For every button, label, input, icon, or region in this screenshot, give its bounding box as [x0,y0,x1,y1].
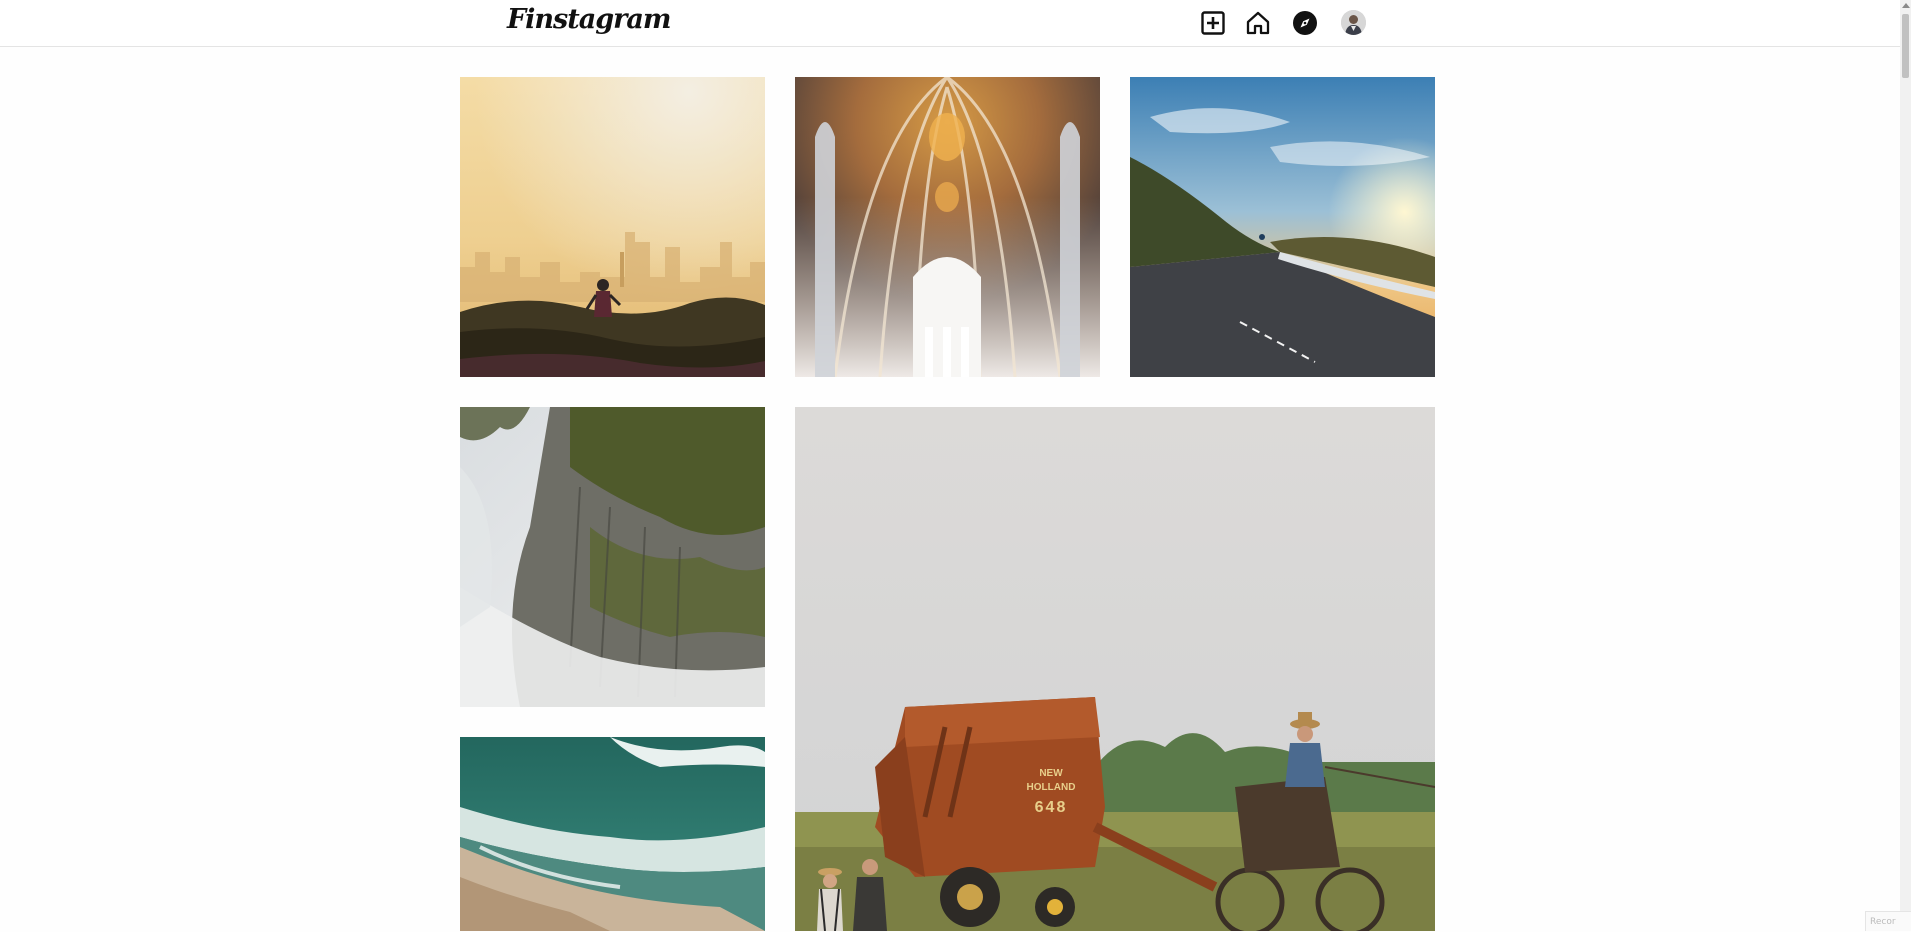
feed-post-image[interactable] [460,737,765,931]
profile-avatar[interactable] [1341,10,1366,35]
feed-post-image[interactable] [1130,77,1435,377]
explore-compass-icon[interactable] [1292,10,1318,36]
top-navbar: Finstagram [0,0,1900,47]
feed-post-image[interactable] [460,77,765,377]
scroll-up-arrow-icon[interactable] [1902,3,1910,8]
feed-post-image[interactable] [795,77,1100,377]
add-post-icon[interactable] [1200,10,1226,36]
page-scrollbar[interactable] [1900,0,1911,931]
baler-brand-text: NEW HOLLAND [1026,768,1076,793]
app-logo[interactable]: Finstagram [507,4,671,35]
baler-model-text: 648 [1034,799,1068,816]
scrollbar-thumb[interactable] [1902,14,1909,78]
recording-badge: Recor [1865,911,1911,931]
feed-post-image[interactable] [460,407,765,707]
feed-post-image[interactable]: NEW HOLLAND 648 [795,407,1435,931]
home-icon[interactable] [1245,10,1271,36]
